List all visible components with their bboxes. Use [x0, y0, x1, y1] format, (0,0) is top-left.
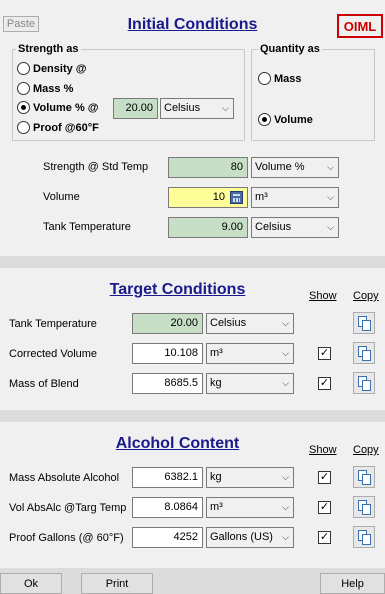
show-vol-absalc-checkbox[interactable]: ✓ [318, 501, 331, 514]
chevron-down-icon: ⌵ [282, 378, 289, 388]
strength-std-temp-unit-select[interactable]: Volume % ⌵ [251, 157, 339, 178]
volume-label: Volume [43, 191, 80, 203]
copy-mass-of-blend-button[interactable] [353, 372, 375, 394]
oiml-button[interactable]: OIML [337, 14, 383, 38]
strength-temp-unit-select[interactable]: Celsius ⌵ [160, 98, 234, 119]
vol-absalc-targ-temp-field[interactable]: 8.0864 [132, 497, 203, 518]
show-corrected-volume-checkbox[interactable]: ✓ [318, 347, 331, 360]
radio-proof-label: Proof @60°F [33, 121, 99, 134]
quantity-group [251, 49, 375, 141]
mass-of-blend-unit-select[interactable]: kg ⌵ [206, 373, 294, 394]
mass-of-blend-field[interactable]: 8685.5 [132, 373, 203, 394]
target-copy-header: Copy [353, 290, 379, 302]
show-proof-gallons-checkbox[interactable]: ✓ [318, 531, 331, 544]
radio-mass-percent[interactable]: Mass % [17, 82, 73, 95]
chevron-down-icon: ⌵ [282, 502, 289, 512]
radio-volume-percent[interactable]: Volume % @ [17, 101, 99, 114]
chevron-down-icon: ⌵ [282, 348, 289, 358]
copy-icon [362, 350, 371, 361]
corrected-volume-field[interactable]: 10.108 [132, 343, 203, 364]
copy-icon [362, 380, 371, 391]
radio-volume-percent-label: Volume % @ [33, 101, 99, 114]
divider [0, 410, 385, 422]
chevron-down-icon: ⌵ [327, 162, 334, 172]
mass-absolute-alcohol-unit-select[interactable]: kg ⌵ [206, 467, 294, 488]
target-show-header: Show [309, 290, 337, 302]
vol-absalc-targ-temp-label: Vol AbsAlc @Targ Temp [9, 502, 127, 514]
strength-std-temp-field[interactable]: 80 [168, 157, 248, 178]
proof-gallons-unit-value: Gallons (US) [210, 531, 273, 543]
strength-group-title: Strength as [16, 43, 81, 55]
help-button[interactable]: Help [320, 573, 385, 594]
radio-density-control[interactable] [17, 62, 30, 75]
strength-temp-field[interactable]: 20.00 [113, 98, 158, 119]
volume-unit-select[interactable]: m³ ⌵ [251, 187, 339, 208]
chevron-down-icon: ⌵ [282, 472, 289, 482]
mass-of-blend-unit-value: kg [210, 377, 222, 389]
show-mass-of-blend-checkbox[interactable]: ✓ [318, 377, 331, 390]
radio-density[interactable]: Density @ [17, 62, 87, 75]
strength-temp-unit-value: Celsius [164, 102, 201, 114]
radio-mass-percent-control[interactable] [17, 82, 30, 95]
volume-unit-value: m³ [255, 191, 268, 203]
corrected-volume-unit-value: m³ [210, 347, 223, 359]
initial-tank-temp-unit-value: Celsius [255, 221, 292, 233]
copy-icon [362, 534, 371, 545]
target-tank-temp-field[interactable]: 20.00 [132, 313, 203, 334]
chevron-down-icon: ⌵ [327, 192, 334, 202]
initial-conditions-title: Initial Conditions [127, 16, 258, 33]
radio-quantity-volume[interactable]: Volume [258, 113, 313, 126]
proof-gallons-field[interactable]: 4252 [132, 527, 203, 548]
print-button[interactable]: Print [81, 573, 153, 594]
chevron-down-icon: ⌵ [327, 222, 334, 232]
initial-tank-temp-label: Tank Temperature [43, 221, 131, 233]
calculator-icon[interactable] [230, 191, 243, 204]
radio-quantity-mass-label: Mass [274, 72, 302, 85]
chevron-down-icon: ⌵ [282, 318, 289, 328]
radio-proof[interactable]: Proof @60°F [17, 121, 99, 134]
ok-button[interactable]: Ok [0, 573, 62, 594]
vol-absalc-targ-temp-unit-value: m³ [210, 501, 223, 513]
mass-of-blend-label: Mass of Blend [9, 378, 79, 390]
show-mass-absolute-alcohol-checkbox[interactable]: ✓ [318, 471, 331, 484]
alcohol-copy-header: Copy [353, 444, 379, 456]
radio-proof-control[interactable] [17, 121, 30, 134]
copy-icon [362, 474, 371, 485]
radio-mass-percent-label: Mass % [33, 82, 74, 95]
corrected-volume-label: Corrected Volume [9, 348, 98, 360]
divider [0, 256, 385, 268]
copy-proof-gallons-button[interactable] [353, 526, 375, 548]
copy-target-tank-temp-button[interactable] [353, 312, 375, 334]
initial-tank-temp-field[interactable]: 9.00 [168, 217, 248, 238]
strength-std-temp-unit-value: Volume % [255, 161, 305, 173]
strength-std-temp-label: Strength @ Std Temp [43, 161, 149, 173]
radio-quantity-volume-label: Volume [274, 113, 313, 126]
mass-absolute-alcohol-label: Mass Absolute Alcohol [9, 472, 120, 484]
proof-gallons-label: Proof Gallons (@ 60°F) [9, 532, 124, 544]
target-tank-temp-label: Tank Temperature [9, 318, 97, 330]
corrected-volume-unit-select[interactable]: m³ ⌵ [206, 343, 294, 364]
quantity-group-title: Quantity as [258, 43, 322, 55]
copy-corrected-volume-button[interactable] [353, 342, 375, 364]
mass-absolute-alcohol-unit-value: kg [210, 471, 222, 483]
target-tank-temp-unit-value: Celsius [210, 317, 247, 329]
chevron-down-icon: ⌵ [282, 532, 289, 542]
radio-density-label: Density @ [33, 62, 87, 75]
copy-icon [362, 504, 371, 515]
radio-quantity-mass[interactable]: Mass [258, 72, 302, 85]
vol-absalc-targ-temp-unit-select[interactable]: m³ ⌵ [206, 497, 294, 518]
initial-tank-temp-unit-select[interactable]: Celsius ⌵ [251, 217, 339, 238]
proof-gallons-unit-select[interactable]: Gallons (US) ⌵ [206, 527, 294, 548]
copy-vol-absalc-button[interactable] [353, 496, 375, 518]
radio-volume-percent-control[interactable] [17, 101, 30, 114]
mass-absolute-alcohol-field[interactable]: 6382.1 [132, 467, 203, 488]
radio-quantity-volume-control[interactable] [258, 113, 271, 126]
alcohol-show-header: Show [309, 444, 337, 456]
copy-icon [362, 320, 371, 331]
chevron-down-icon: ⌵ [222, 103, 229, 113]
radio-quantity-mass-control[interactable] [258, 72, 271, 85]
copy-mass-absolute-alcohol-button[interactable] [353, 466, 375, 488]
target-tank-temp-unit-select[interactable]: Celsius ⌵ [206, 313, 294, 334]
